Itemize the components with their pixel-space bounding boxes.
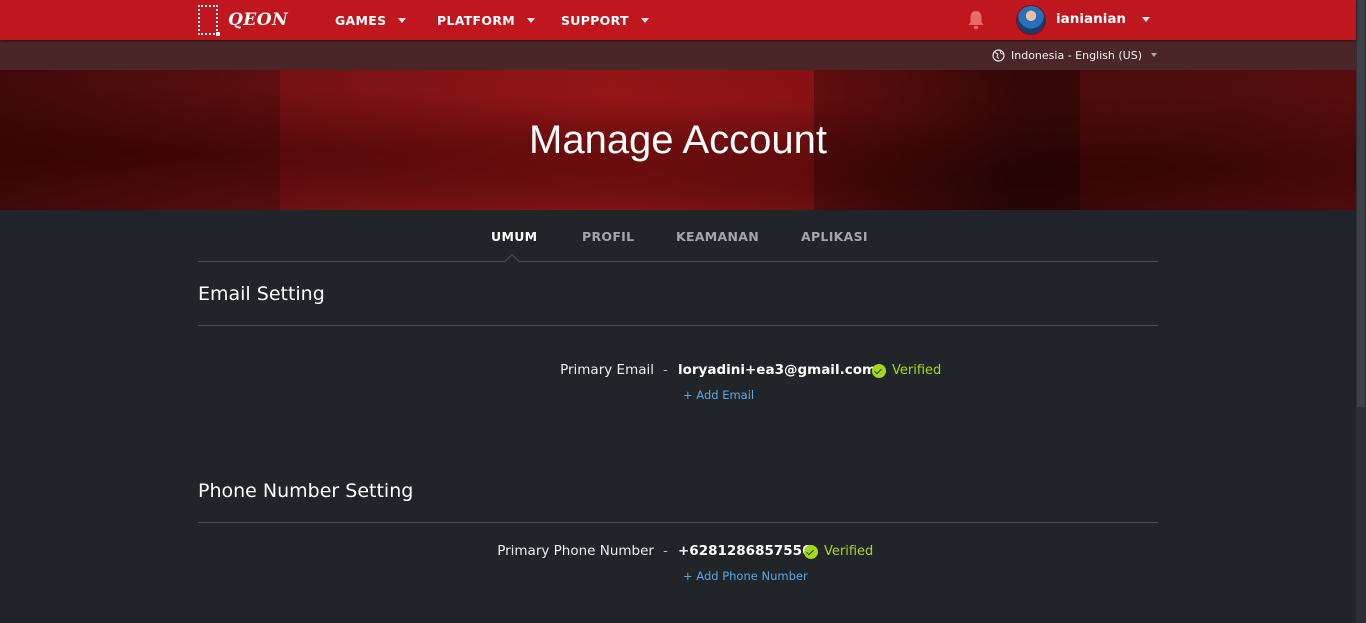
add-email-link[interactable]: + Add Email [683,388,754,402]
scrollbar[interactable] [1356,0,1366,623]
nav-platform[interactable]: PLATFORM [437,0,535,40]
tab-keamanan[interactable]: KEAMANAN [676,210,759,262]
primary-email-label: Primary Email [560,362,654,378]
nav-games[interactable]: GAMES [335,0,407,40]
email-verified-badge: Verified [872,363,941,378]
verified-label: Verified [892,363,942,378]
nav-support-label: SUPPORT [561,12,629,28]
brand-logo[interactable]: QEON [198,5,289,36]
page-title: Manage Account [529,118,827,162]
tab-profil[interactable]: PROFIL [582,210,634,262]
locale-label: Indonesia - English (US) [1011,48,1142,62]
phone-section-title: Phone Number Setting [198,480,414,502]
separator: - [663,362,668,378]
tab-aplikasi[interactable]: APLIKASI [801,210,868,262]
chevron-down-icon [640,17,649,23]
chevron-down-icon [1142,16,1151,22]
brand-name: QEON [228,10,289,30]
divider [198,522,1158,523]
check-circle-icon [804,544,818,559]
divider [198,325,1158,326]
chevron-down-icon [527,17,535,23]
qeon-logo-icon [198,5,220,36]
nav-games-label: GAMES [335,12,387,28]
primary-phone-label: Primary Phone Number [497,543,654,559]
primary-phone-value: +6281286857556 [678,543,812,559]
chevron-down-icon [398,17,407,23]
user-menu[interactable]: ianianian [1056,0,1151,38]
verified-label: Verified [824,544,874,559]
bell-icon[interactable] [967,10,985,30]
tab-bar: UMUM PROFIL KEAMANAN APLIKASI [198,210,1158,269]
separator: - [663,543,668,559]
scrollbar-thumb[interactable] [1357,0,1365,407]
tab-umum[interactable]: UMUM [491,210,537,262]
chevron-down-icon [1151,53,1157,57]
locale-selector[interactable]: Indonesia - English (US) [992,40,1157,70]
globe-icon [992,48,1005,62]
hero-banner: Manage Account [0,70,1356,210]
add-phone-link[interactable]: + Add Phone Number [683,569,808,583]
avatar[interactable] [1016,5,1046,35]
nav-support[interactable]: SUPPORT [561,0,649,40]
check-circle-icon [872,363,886,378]
nav-platform-label: PLATFORM [437,12,515,28]
username-label: ianianian [1056,11,1127,27]
locale-bar: Indonesia - English (US) [0,40,1356,70]
email-section-title: Email Setting [198,283,325,305]
phone-verified-badge: Verified [804,544,873,559]
primary-email-value: loryadini+ea3@gmail.com [678,362,877,378]
top-nav: QEON GAMES PLATFORM SUPPORT ianianian [0,0,1356,40]
